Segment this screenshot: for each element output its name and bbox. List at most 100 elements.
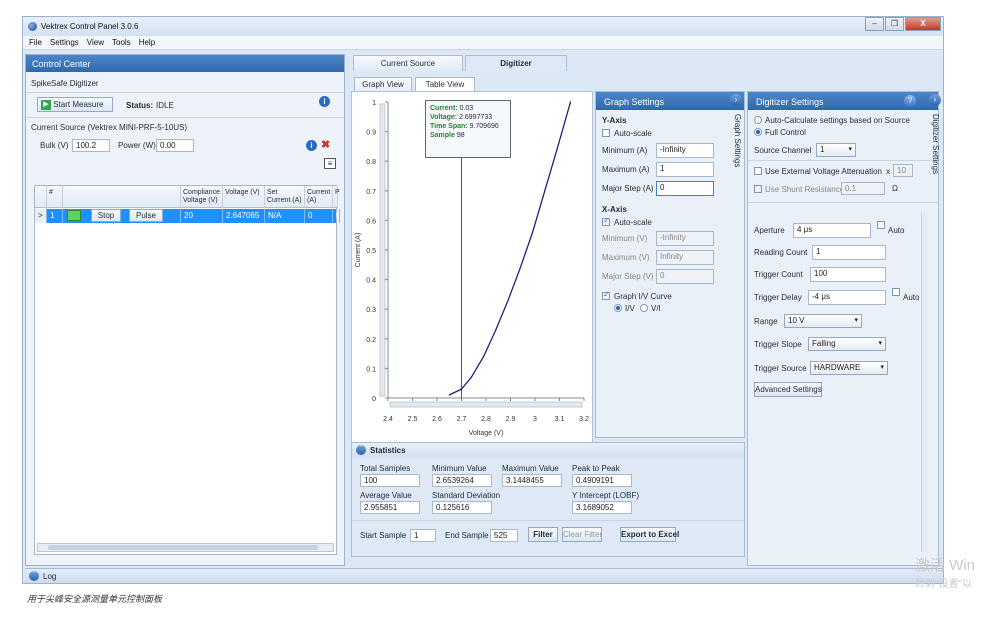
remove-icon[interactable]: ✖ xyxy=(321,138,330,151)
start-measure-label: Start Measure xyxy=(53,100,104,109)
stop-button[interactable]: Stop xyxy=(91,209,121,222)
trigger-delay-field[interactable]: -4 μs xyxy=(808,290,886,305)
y-range-slider xyxy=(379,103,386,397)
clear-filter-button[interactable]: Clear Filter xyxy=(562,527,602,542)
filter-button[interactable]: Filter xyxy=(528,527,558,542)
start-sample-field[interactable]: 1 xyxy=(410,529,436,542)
data-point xyxy=(460,388,463,390)
bulk-voltage-field[interactable]: 100.2 xyxy=(72,139,110,152)
total-samples-field[interactable]: 100 xyxy=(360,474,420,487)
end-sample-field[interactable]: 525 xyxy=(490,529,518,542)
ext-voltage-checkbox[interactable] xyxy=(754,167,762,175)
help-icon[interactable]: ? xyxy=(904,95,916,107)
current-source-name: Current Source (Vektrex MINI-PRF-5-10US) xyxy=(31,123,188,132)
menu-file[interactable]: File xyxy=(29,38,42,47)
y-max-field[interactable]: 1 xyxy=(656,162,714,177)
data-point xyxy=(448,394,450,396)
collapse-digitizer-settings-icon[interactable]: › xyxy=(929,94,941,106)
row-current: 0 xyxy=(305,209,333,223)
row-expand-icon[interactable]: > xyxy=(35,209,47,223)
digitizer-settings-side-tab[interactable]: Digitizer Settings xyxy=(931,114,940,174)
source-channel-select[interactable]: 1 ▾ xyxy=(816,143,856,157)
x-autoscale-checkbox[interactable] xyxy=(602,216,610,226)
full-control-radio[interactable] xyxy=(754,128,762,136)
info-icon[interactable]: i xyxy=(306,140,317,151)
minimize-button[interactable]: – xyxy=(865,17,884,31)
menu-icon[interactable]: ≡ xyxy=(324,158,336,169)
power-field[interactable]: 0.00 xyxy=(156,139,194,152)
shunt-checkbox[interactable] xyxy=(754,185,762,193)
ext-voltage-field[interactable]: 10 xyxy=(893,164,913,177)
y-max-label: Maximum (A) xyxy=(602,165,650,174)
tooltip-sample-value: 98 xyxy=(456,132,465,139)
range-select[interactable]: 10 V ▾ xyxy=(784,314,862,328)
table-row[interactable]: > 1 Stop Pulse 20 2.647065 N/A 0 0 xyxy=(35,209,340,223)
reading-count-field[interactable]: 1 xyxy=(812,245,886,260)
trigger-source-select[interactable]: HARDWARE ▾ xyxy=(810,361,888,375)
menu-bar: File Settings View Tools Help xyxy=(23,36,943,50)
max-value-field[interactable]: 3.1448455 xyxy=(502,474,562,487)
activation-watermark-line1: 激活 Win xyxy=(915,557,976,574)
maximize-button[interactable]: ❐ xyxy=(885,17,904,31)
scrollbar-thumb[interactable] xyxy=(48,545,318,550)
title-bar: Vektrex Control Panel 3.0.6 – ❐ X xyxy=(23,17,943,36)
collapse-graph-settings-icon[interactable]: › xyxy=(730,94,742,106)
advanced-settings-button[interactable]: Advanced Settings xyxy=(754,382,822,397)
shunt-field[interactable]: 0.1 xyxy=(841,182,885,195)
collapse-statistics-icon[interactable]: ˆ xyxy=(356,445,366,455)
info-icon[interactable]: i xyxy=(319,96,330,107)
trigger-count-field[interactable]: 100 xyxy=(810,267,886,282)
start-measure-button[interactable]: ▶ Start Measure xyxy=(37,97,113,112)
tab-table-view[interactable]: Table View xyxy=(415,77,475,91)
iv-radio[interactable] xyxy=(614,304,622,312)
aperture-field[interactable]: 4 μs xyxy=(793,223,871,238)
y-intercept-field[interactable]: 3.1689052 xyxy=(572,501,632,514)
average-field[interactable]: 2.955851 xyxy=(360,501,420,514)
source-channel-value: 1 xyxy=(820,145,825,154)
x-range-slider xyxy=(389,401,583,408)
tooltip-voltage-label: Voltage: xyxy=(430,114,458,121)
app-logo-icon xyxy=(28,22,37,31)
y-axis-label: Current (A) xyxy=(355,233,362,268)
auto-calc-radio[interactable] xyxy=(754,116,762,124)
tab-graph-view[interactable]: Graph View xyxy=(354,77,412,91)
table-scrollbar[interactable] xyxy=(37,543,334,552)
tab-current-source[interactable]: Current Source xyxy=(353,55,463,71)
menu-view[interactable]: View xyxy=(87,38,104,47)
vi-radio[interactable] xyxy=(640,304,648,312)
graph-iv-checkbox[interactable] xyxy=(602,290,610,300)
y-step-field[interactable]: 0 xyxy=(656,181,714,196)
y-min-field[interactable]: -Infinity xyxy=(656,143,714,158)
figure-caption: 用于尖峰安全源测量单元控制面板 xyxy=(27,594,163,604)
trigger-delay-auto-checkbox[interactable] xyxy=(892,288,900,296)
statistics-title: Statistics xyxy=(370,446,406,455)
pulse-button[interactable]: Pulse xyxy=(129,209,163,222)
settings-scrollbar[interactable] xyxy=(921,212,927,552)
trigger-delay-auto-label: Auto xyxy=(903,293,920,302)
y-autoscale-checkbox[interactable] xyxy=(602,129,610,137)
data-tooltip: Current: 0.03 Voltage: 2.6997733 Time Sp… xyxy=(425,100,511,158)
tooltip-sample-label: Sample xyxy=(430,132,455,139)
log-bar[interactable]: ˆ Log xyxy=(25,568,943,583)
x-min-field[interactable]: -Infinity xyxy=(656,231,714,246)
x-tick-label: 3.1 xyxy=(555,416,565,423)
tab-digitizer[interactable]: Digitizer xyxy=(465,55,567,71)
chevron-down-icon: ▾ xyxy=(880,364,884,371)
menu-tools[interactable]: Tools xyxy=(112,38,131,47)
table-header-voltage: Voltage (V) xyxy=(223,186,265,208)
x-max-label: Maximum (V) xyxy=(602,253,650,262)
min-value-field[interactable]: 2.6539264 xyxy=(432,474,492,487)
peak-to-peak-field[interactable]: 0.4909191 xyxy=(572,474,632,487)
expand-log-icon[interactable]: ˆ xyxy=(29,571,39,581)
menu-settings[interactable]: Settings xyxy=(50,38,79,47)
std-dev-field[interactable]: 0.125616 xyxy=(432,501,492,514)
graph-settings-side-tab[interactable]: Graph Settings xyxy=(733,114,742,167)
menu-help[interactable]: Help xyxy=(139,38,155,47)
range-label: Range xyxy=(754,317,778,326)
close-button[interactable]: X xyxy=(905,17,941,31)
aperture-auto-checkbox[interactable] xyxy=(877,221,885,229)
x-max-field[interactable]: Infinity xyxy=(656,250,714,265)
trigger-slope-select[interactable]: Falling ▾ xyxy=(808,337,886,351)
export-excel-button[interactable]: Export to Excel xyxy=(620,527,679,542)
x-step-field[interactable]: 0 xyxy=(656,269,714,284)
